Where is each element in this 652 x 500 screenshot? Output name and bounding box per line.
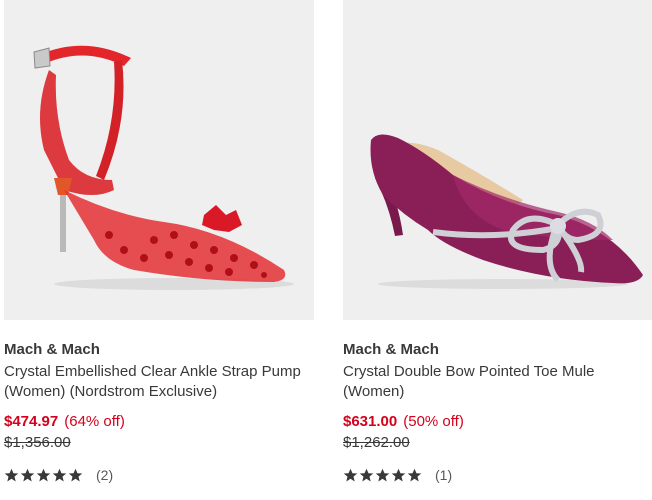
product-card[interactable]: Mach & Mach Crystal Double Bow Pointed T… [343, 0, 652, 485]
purple-bow-mule-image [370, 134, 643, 289]
sale-price: $631.00 [343, 413, 398, 430]
star-icon [36, 468, 51, 481]
product-title[interactable]: Crystal Double Bow Pointed Toe Mule (Wom… [343, 362, 652, 402]
star-icon [20, 468, 35, 481]
product-image[interactable] [343, 0, 652, 320]
product-image[interactable] [4, 0, 314, 320]
product-card[interactable]: Mach & Mach Crystal Embellished Clear An… [4, 0, 314, 485]
star-icon [359, 468, 374, 481]
star-rating [343, 468, 422, 483]
product-rating[interactable]: (2) [4, 465, 314, 485]
original-price: $1,262.00 [343, 434, 410, 451]
star-icon [68, 468, 83, 481]
review-count: (2) [96, 467, 114, 483]
product-title[interactable]: Crystal Embellished Clear Ankle Strap Pu… [4, 362, 314, 402]
star-icon [375, 468, 390, 481]
star-rating [4, 468, 83, 483]
discount-label: (64% off) [64, 413, 125, 430]
discount-label: (50% off) [403, 413, 464, 430]
star-icon [52, 468, 67, 481]
star-icon [343, 468, 358, 481]
price-row: $474.97 (64% off) [4, 412, 314, 432]
star-icon [4, 468, 19, 481]
original-price: $1,356.00 [4, 434, 71, 451]
product-brand[interactable]: Mach & Mach [343, 341, 652, 359]
red-crystal-pump-image [33, 45, 294, 290]
product-brand[interactable]: Mach & Mach [4, 341, 314, 359]
star-icon [407, 468, 422, 481]
price-row: $631.00 (50% off) [343, 412, 652, 432]
product-rating[interactable]: (1) [343, 465, 652, 485]
review-count: (1) [435, 467, 453, 483]
sale-price: $474.97 [4, 413, 59, 430]
star-icon [391, 468, 406, 481]
